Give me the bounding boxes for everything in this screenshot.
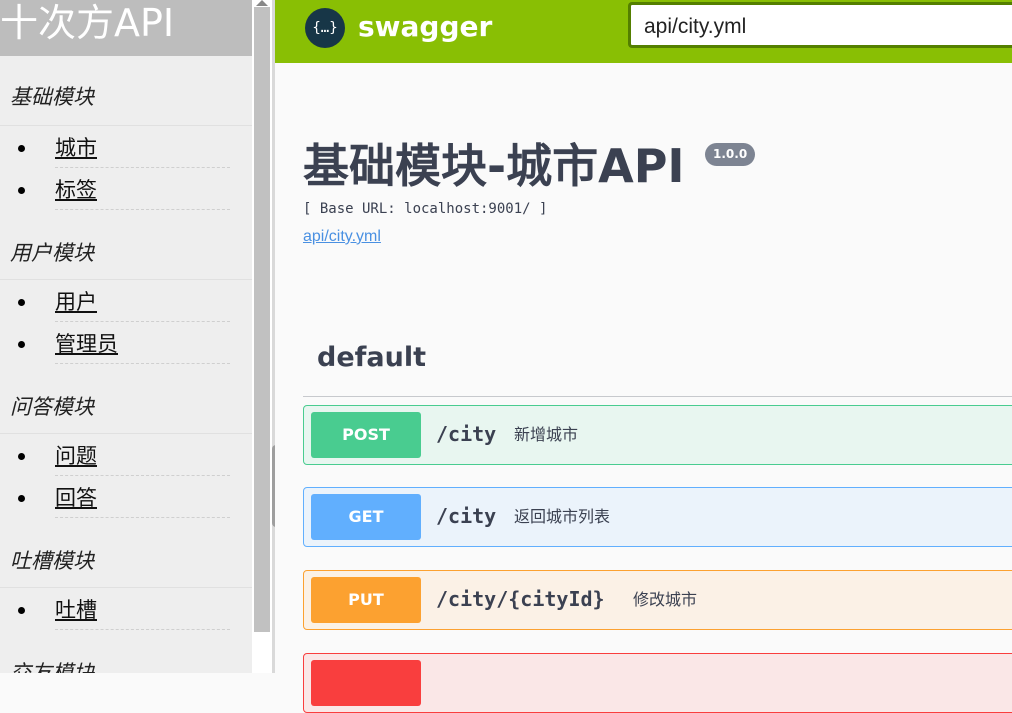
version-badge: 1.0.0 (705, 143, 756, 166)
operation-get-city[interactable]: GET /city 返回城市列表 (303, 487, 1012, 547)
bullet-icon (18, 495, 25, 502)
operation-post-city[interactable]: POST /city 新增城市 (303, 405, 1012, 465)
group-list-qa: 问题 回答 (0, 434, 252, 518)
nav-link-admin[interactable]: 管理员 (55, 328, 118, 360)
group-list-basic: 城市 标签 (0, 126, 252, 210)
bullet-icon (18, 453, 25, 460)
nav-link-user[interactable]: 用户 (55, 286, 97, 318)
group-title-friend: 交友模块 (0, 630, 252, 673)
operation-path: /city (436, 422, 497, 446)
method-badge-put: PUT (311, 577, 421, 623)
operation-path: /city (436, 504, 497, 528)
swagger-logo-text: swagger (358, 10, 493, 43)
method-badge-get: GET (311, 494, 421, 540)
nav-link-reply[interactable]: 回答 (55, 482, 97, 514)
operation-summary: 修改城市 (633, 590, 698, 609)
bullet-icon (18, 187, 25, 194)
brand-title: 十次方API (0, 0, 252, 56)
bullet-icon (18, 607, 25, 614)
divider (55, 363, 230, 364)
spec-link[interactable]: api/city.yml (303, 228, 381, 246)
sidebar: 十次方API 基础模块 城市 标签 用户模块 用户 管理员 问答模块 问题 回答… (0, 0, 252, 673)
sidebar-scrollbar-thumb[interactable] (254, 7, 270, 632)
list-item: 吐槽 (0, 588, 252, 630)
scroll-up-icon[interactable] (256, 0, 268, 6)
divider (55, 629, 230, 630)
swagger-topbar: {…} swagger api/city.yml (275, 0, 1012, 63)
group-title-spit: 吐槽模块 (0, 518, 252, 588)
main-content: 基础模块-城市API 1.0.0 [ Base URL: localhost:9… (275, 63, 1012, 713)
bullet-icon (18, 341, 25, 348)
list-item: 问题 (0, 434, 252, 476)
divider (55, 517, 230, 518)
group-title-qa: 问答模块 (0, 364, 252, 434)
nav-link-city[interactable]: 城市 (55, 132, 97, 164)
list-item: 管理员 (0, 322, 252, 364)
group-list-user: 用户 管理员 (0, 280, 252, 364)
tag-section-default[interactable]: default (317, 340, 426, 376)
spec-url-input[interactable]: api/city.yml (628, 2, 1012, 48)
group-title-user: 用户模块 (0, 210, 252, 280)
list-item: 标签 (0, 168, 252, 210)
group-list-spit: 吐槽 (0, 588, 252, 630)
operation-summary: 返回城市列表 (514, 507, 611, 526)
method-badge-delete (311, 660, 421, 706)
list-item: 用户 (0, 280, 252, 322)
group-title-basic: 基础模块 (0, 56, 252, 126)
bullet-icon (18, 299, 25, 306)
list-item: 城市 (0, 126, 252, 168)
section-divider (303, 396, 1012, 397)
bullet-icon (18, 145, 25, 152)
operation-put-city[interactable]: PUT /city/{cityId} 修改城市 (303, 570, 1012, 630)
list-item: 回答 (0, 476, 252, 518)
api-title: 基础模块-城市API (303, 139, 685, 193)
base-url: [ Base URL: localhost:9001/ ] (303, 201, 548, 217)
operation-summary: 新增城市 (514, 425, 579, 444)
swagger-logo-icon: {…} (305, 8, 345, 48)
nav-link-problem[interactable]: 问题 (55, 440, 97, 472)
operation-delete-city[interactable] (303, 653, 1012, 713)
divider (55, 209, 230, 210)
nav-link-label[interactable]: 标签 (55, 174, 97, 206)
nav-link-spit[interactable]: 吐槽 (55, 594, 97, 626)
operation-path: /city/{cityId} (436, 587, 605, 611)
method-badge-post: POST (311, 412, 421, 458)
